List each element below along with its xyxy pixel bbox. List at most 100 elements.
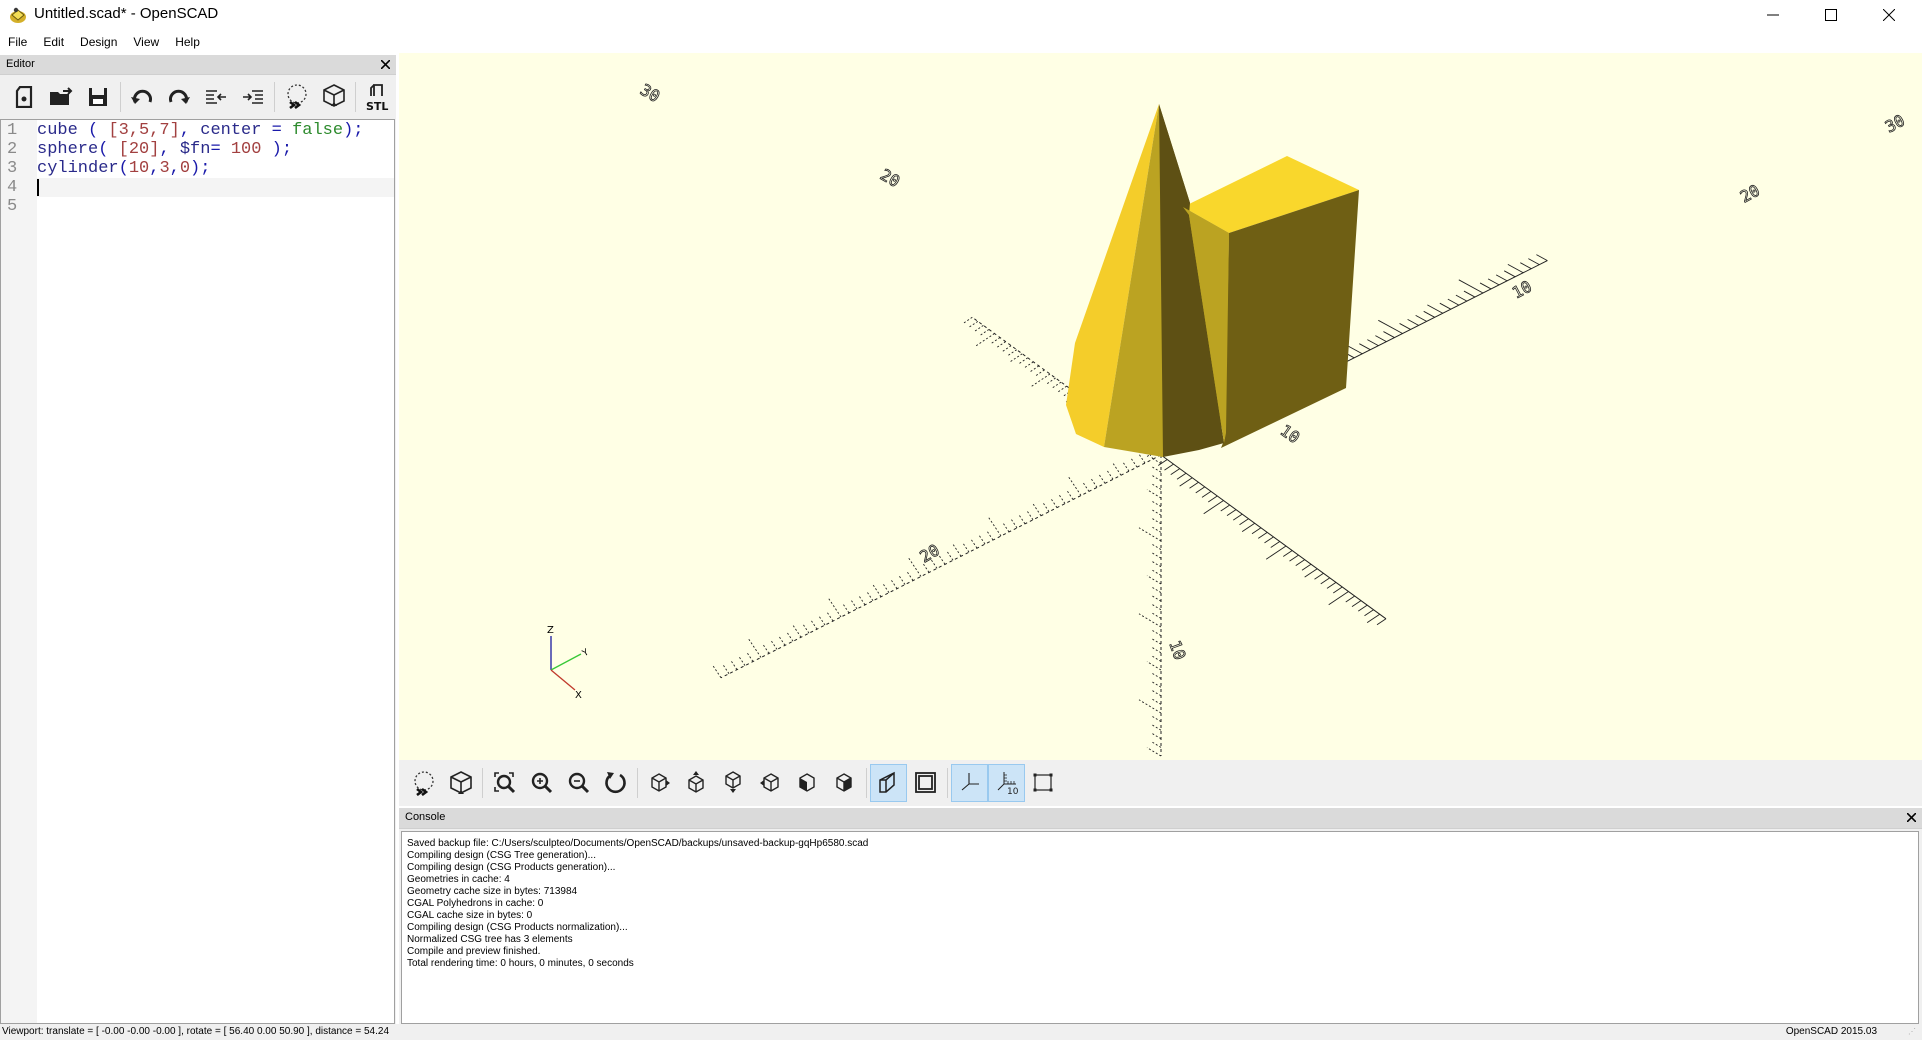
axis-tick	[1375, 335, 1387, 342]
unindent-button[interactable]	[198, 79, 235, 115]
axis-tick	[1427, 304, 1443, 314]
menu-file[interactable]: File	[0, 33, 35, 53]
console-line: Total rendering time: 0 hours, 0 minutes…	[407, 958, 634, 969]
new-file-button[interactable]	[6, 79, 43, 115]
view-left-button[interactable]	[752, 764, 789, 802]
code-editor[interactable]: 1 cube ( [3,5,7], center = false); 2 sphere…	[0, 119, 395, 1024]
console-output[interactable]: Saved backup file: C:/Users/sculpteo/Doc…	[401, 831, 1919, 1024]
open-file-button[interactable]	[43, 79, 80, 115]
axis-tick	[996, 341, 1006, 348]
code-line[interactable]: 5	[1, 197, 394, 216]
show-axes-button[interactable]	[951, 764, 988, 802]
console-line: Geometry cache size in bytes: 713984	[407, 886, 578, 897]
perspective-button[interactable]	[870, 764, 907, 802]
resize-grip-icon[interactable]: ⋰	[1908, 1027, 1918, 1037]
zoom-out-button[interactable]	[560, 764, 597, 802]
axis-tick	[946, 551, 954, 561]
preview-button[interactable]	[278, 79, 315, 115]
menu-edit[interactable]: Edit	[35, 33, 72, 53]
render-button[interactable]	[442, 764, 479, 802]
title-bar: Untitled.scad* - OpenSCAD	[0, 0, 1922, 31]
menu-view[interactable]: View	[125, 33, 167, 53]
preview-button[interactable]	[405, 764, 442, 802]
code-token-num: 100	[230, 140, 262, 159]
stl-label: STL	[366, 100, 388, 112]
editor-close-button[interactable]	[380, 56, 391, 72]
axis-tick	[1463, 290, 1476, 298]
axis-tick	[1447, 298, 1460, 306]
axis-tick	[1106, 470, 1114, 480]
axis-tick	[1208, 495, 1218, 503]
redo-button[interactable]	[161, 79, 198, 115]
perspective-icon	[878, 771, 895, 793]
maximize-button[interactable]	[1802, 0, 1860, 30]
close-icon	[1883, 9, 1895, 21]
axis-tick	[1150, 680, 1162, 688]
show-scale-markers-button[interactable]: 10	[988, 764, 1025, 802]
axis-tick	[1503, 270, 1516, 278]
console-line: Compiling design (CSG Products generatio…	[407, 862, 616, 873]
view-right-button[interactable]	[641, 764, 678, 802]
3d-viewport[interactable]: 302010102030102010 Z Y X	[399, 53, 1922, 760]
axis-tick	[1150, 500, 1162, 507]
axis-tick	[842, 603, 850, 614]
view-back-button[interactable]	[826, 764, 863, 802]
menu-design[interactable]: Design	[72, 33, 125, 53]
editor-toolbar: STL	[0, 75, 396, 119]
axis-scale-label: 10	[1509, 277, 1535, 303]
zoom-in-button[interactable]	[523, 764, 560, 802]
save-file-button[interactable]	[80, 79, 117, 115]
export-stl-button[interactable]: STL	[359, 79, 396, 115]
reset-view-button[interactable]	[597, 764, 634, 802]
code-token-punc: );	[343, 121, 364, 140]
axis-tick	[1024, 361, 1034, 369]
indent-button[interactable]	[234, 79, 271, 115]
axis-gizmo: Z Y X	[547, 625, 591, 701]
view-top-button[interactable]	[678, 764, 715, 802]
axis-tick	[1018, 357, 1029, 365]
axis-tick	[1029, 373, 1051, 388]
axis-tick	[1367, 339, 1379, 347]
axis-tick	[1201, 491, 1212, 498]
axis-tick	[1423, 310, 1435, 318]
axis-tick	[1150, 637, 1162, 645]
code-line[interactable]: 1 cube ( [3,5,7], center = false);	[1, 121, 394, 140]
minimize-button[interactable]	[1744, 0, 1802, 30]
axis-tick	[1233, 513, 1243, 521]
zoom-fit-icon	[493, 772, 515, 794]
axis-tick	[1035, 369, 1045, 377]
code-line[interactable]: 3 cylinder(10,3,0);	[1, 159, 394, 178]
axis-tick	[990, 337, 1001, 344]
view-bottom-button[interactable]	[715, 764, 752, 802]
view-front-button[interactable]	[789, 764, 826, 802]
axis-tick	[1326, 582, 1337, 589]
console-close-button[interactable]	[1906, 809, 1917, 825]
view-all-button[interactable]	[486, 764, 523, 802]
axis-tick	[1378, 319, 1403, 334]
close-button[interactable]	[1860, 0, 1918, 30]
axis-tick	[1098, 474, 1106, 484]
axis-tick	[1150, 517, 1162, 525]
show-edges-button[interactable]	[1025, 764, 1062, 802]
code-token-num: 3	[159, 159, 170, 178]
axis-tick	[762, 644, 770, 654]
menu-help[interactable]: Help	[167, 33, 208, 53]
openscad-logo-icon	[10, 7, 26, 23]
axis-scale-label: 30	[637, 80, 663, 106]
new-file-icon	[16, 86, 33, 108]
viewport-canvas[interactable]: 302010102030102010 Z Y X	[399, 53, 1922, 760]
axis-tick	[1479, 282, 1492, 290]
axis-tick	[1346, 344, 1363, 355]
render-button[interactable]	[315, 79, 352, 115]
status-bar: Viewport: translate = [ -0.00 -0.00 -0.0…	[0, 1024, 1922, 1040]
view-bottom-icon	[724, 771, 741, 793]
undo-button[interactable]	[124, 79, 161, 115]
axis-tick	[730, 660, 738, 670]
orthogonal-button[interactable]	[907, 764, 944, 802]
code-token-kw: sphere	[37, 140, 99, 159]
code-line[interactable]: 4	[1, 178, 394, 197]
axis-tick	[1146, 575, 1162, 585]
axis-scale-label: 10	[1165, 638, 1189, 663]
code-line[interactable]: 2 sphere( [20], $fn= 100 );	[1, 140, 394, 159]
axis-tick	[1067, 475, 1082, 496]
